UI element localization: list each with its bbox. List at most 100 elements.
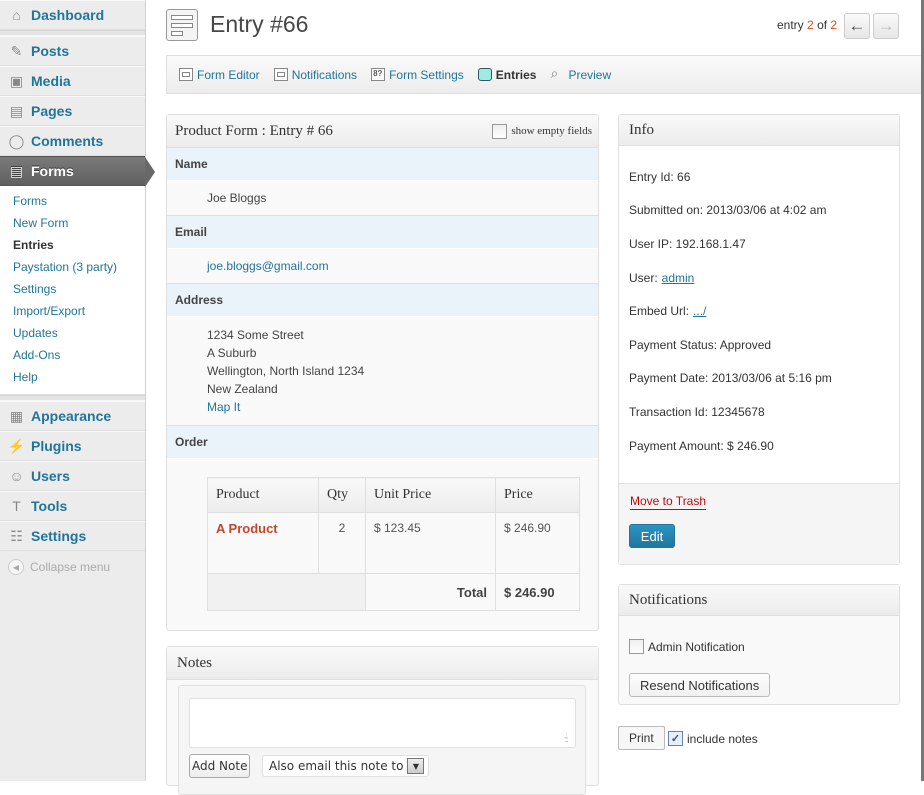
submenu-entries[interactable]: Entries xyxy=(0,234,145,256)
notes-title: Notes xyxy=(167,647,598,680)
embed-url-link[interactable]: .../ xyxy=(693,304,706,318)
order-header-row: Product Qty Unit Price Price xyxy=(207,477,580,513)
submenu-forms[interactable]: Forms xyxy=(0,190,145,212)
submenu-settings[interactable]: Settings xyxy=(0,278,145,300)
note-textarea[interactable] xyxy=(189,698,576,748)
print-button[interactable]: Print xyxy=(618,726,665,750)
users-icon: ☺ xyxy=(9,468,24,484)
col-qty: Qty xyxy=(318,477,366,513)
submenu-help[interactable]: Help xyxy=(0,366,145,388)
email-note-select[interactable]: Also email this note to ▼ xyxy=(262,755,430,777)
tab-entries[interactable]: Entries xyxy=(477,68,536,82)
show-empty-fields-checkbox[interactable] xyxy=(492,123,508,139)
sidebar-item-forms[interactable]: ▤ Forms xyxy=(0,156,155,187)
sidebar-item-dashboard[interactable]: ⌂ Dashboard xyxy=(0,0,145,30)
tab-form-editor[interactable]: Form Editor xyxy=(179,68,260,82)
include-notes-checkbox[interactable]: ✓ xyxy=(668,731,683,746)
pages-icon: ▤ xyxy=(9,102,24,119)
sidebar-item-users[interactable]: ☺ Users xyxy=(0,461,145,491)
collapse-menu-button[interactable]: ◀ Collapse menu xyxy=(0,551,145,583)
include-notes-option[interactable]: ✓ include notes xyxy=(668,731,758,746)
previous-entry-button[interactable]: ← xyxy=(844,13,870,39)
page-title: Entry #66 xyxy=(210,11,309,37)
sidebar-item-settings[interactable]: ☷ Settings xyxy=(0,521,145,551)
show-empty-fields-toggle[interactable]: show empty fields xyxy=(492,123,592,139)
sidebar-item-label: Settings xyxy=(31,528,87,544)
order-table: Product Qty Unit Price Price A Product 2… xyxy=(207,477,580,611)
submenu-import-export[interactable]: Import/Export xyxy=(0,300,145,322)
plug-icon: ⚡ xyxy=(7,437,26,454)
info-payment-date: Payment Date: 2013/03/06 at 5:16 pm xyxy=(629,371,832,386)
submenu-paystation[interactable]: Paystation (3 party) xyxy=(0,256,145,278)
submenu-add-ons[interactable]: Add-Ons xyxy=(0,344,145,366)
admin-notification-option[interactable]: Admin Notification xyxy=(629,639,745,654)
arrow-left-icon: ← xyxy=(848,16,866,35)
product-name: A Product xyxy=(207,512,319,574)
forms-icon: ▤ xyxy=(9,162,24,179)
product-qty: 2 xyxy=(318,512,366,574)
field-value-address: 1234 Some Street A Suburb Wellington, No… xyxy=(167,317,598,426)
magnifier-icon xyxy=(550,65,564,81)
info-user-ip: User IP: 192.168.1.47 xyxy=(629,236,746,251)
media-icon: ▣ xyxy=(9,72,24,89)
tab-notifications[interactable]: Notifications xyxy=(273,68,357,82)
col-price: Price xyxy=(495,477,580,513)
entry-box-header: Product Form : Entry # 66 show empty fie… xyxy=(167,115,598,148)
forms-page-icon xyxy=(166,9,198,41)
info-payment-status: Payment Status: Approved xyxy=(629,337,772,352)
add-note-button[interactable]: Add Note xyxy=(189,754,251,778)
submenu-new-form[interactable]: New Form xyxy=(0,212,145,234)
info-payment-amount: Payment Amount: $ 246.90 xyxy=(629,438,774,453)
sidebar-item-label: Dashboard xyxy=(31,7,105,23)
field-label-address: Address xyxy=(167,284,598,317)
move-to-trash-link[interactable]: Move to Trash xyxy=(630,494,707,510)
admin-notification-checkbox[interactable] xyxy=(629,639,644,654)
appearance-icon: ▦ xyxy=(9,407,24,424)
sidebar-item-label: Media xyxy=(31,73,71,89)
total-label: Total xyxy=(365,573,496,611)
sidebar-item-posts[interactable]: ✎ Posts xyxy=(0,36,145,66)
col-product: Product xyxy=(207,477,319,513)
resize-grip-icon[interactable]: .:::: xyxy=(564,732,569,744)
total-row: Total $ 246.90 xyxy=(207,573,580,611)
edit-button[interactable]: Edit xyxy=(629,524,675,548)
tab-form-settings[interactable]: Form Settings xyxy=(371,68,464,82)
email-link[interactable]: joe.bloggs@gmail.com xyxy=(207,257,329,275)
sidebar-item-appearance[interactable]: ▦ Appearance xyxy=(0,401,145,431)
sidebar-item-label: Posts xyxy=(31,43,70,59)
map-it-link[interactable]: Map It xyxy=(207,400,240,414)
field-value-email: joe.bloggs@gmail.com xyxy=(167,249,598,284)
sidebar-item-label: Plugins xyxy=(31,438,82,454)
total-blank-cell xyxy=(207,573,366,611)
field-label-name: Name xyxy=(167,148,598,181)
product-price: $ 246.90 xyxy=(495,512,580,574)
next-entry-button[interactable]: → xyxy=(873,13,899,39)
sidebar-item-label: Appearance xyxy=(31,408,112,424)
resend-notifications-button[interactable]: Resend Notifications xyxy=(629,673,771,697)
user-link[interactable]: admin xyxy=(662,271,695,285)
settings-icon: ☷ xyxy=(10,527,23,544)
field-value-name: Joe Bloggs xyxy=(167,181,598,216)
notes-inner: .:::: Add Note Also email this note to ▼ xyxy=(178,685,586,795)
sidebar-item-label: Pages xyxy=(31,103,73,119)
tab-preview[interactable]: Preview xyxy=(550,65,611,82)
arrow-right-icon: → xyxy=(877,16,895,35)
sidebar-item-tools[interactable]: T Tools xyxy=(0,491,145,521)
sidebar-item-label: Tools xyxy=(31,498,68,514)
address-line: 1234 Some Street xyxy=(207,328,304,342)
table-row: A Product 2 $ 123.45 $ 246.90 xyxy=(207,512,580,574)
sidebar-item-plugins[interactable]: ⚡ Plugins xyxy=(0,431,145,461)
field-label-order: Order xyxy=(167,426,598,459)
address-line: Wellington, North Island 1234 xyxy=(207,364,365,378)
submenu-updates[interactable]: Updates xyxy=(0,322,145,344)
admin-sidebar: ⌂ Dashboard ✎ Posts ▣ Media ▤ Pages ◯ Co… xyxy=(0,0,155,781)
sidebar-item-pages[interactable]: ▤ Pages xyxy=(0,96,145,126)
info-title: Info xyxy=(619,115,899,146)
sidebar-item-comments[interactable]: ◯ Comments xyxy=(0,126,145,156)
info-body: Entry Id: 66 Submitted on: 2013/03/06 at… xyxy=(619,146,899,484)
notifications-box: Notifications Admin Notification Resend … xyxy=(618,584,900,705)
col-unit-price: Unit Price xyxy=(365,477,496,513)
sidebar-item-media[interactable]: ▣ Media xyxy=(0,66,145,96)
product-unit-price: $ 123.45 xyxy=(365,512,496,574)
tools-icon: T xyxy=(12,498,21,514)
